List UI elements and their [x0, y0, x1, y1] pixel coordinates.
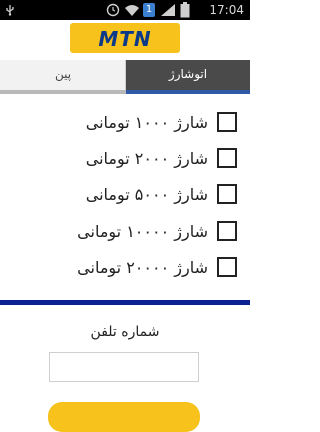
charge-1000-checkbox[interactable] — [217, 112, 237, 132]
phone-number-input[interactable] — [49, 352, 199, 382]
notification-badge: 1 — [143, 3, 155, 17]
charge-option-label: شارژ ۲۰۰۰۰ تومانی — [77, 258, 208, 277]
status-bar: 1 17:04 — [0, 0, 250, 20]
charge-20000-checkbox[interactable] — [217, 257, 237, 277]
charge-2000-checkbox[interactable] — [217, 148, 237, 168]
charge-option-label: شارژ ۱۰۰۰۰ تومانی — [77, 222, 208, 241]
signal-icon — [161, 4, 175, 16]
logo-text: MTN — [98, 27, 152, 51]
app-header: MTN — [0, 20, 250, 60]
list-item[interactable]: شارژ ۱۰۰۰۰ تومانی — [0, 217, 250, 251]
usb-icon — [6, 5, 14, 16]
battery-icon — [180, 2, 190, 18]
phone-number-label: شماره تلفن — [90, 324, 160, 340]
charge-option-label: شارژ ۲۰۰۰ تومانی — [85, 149, 208, 168]
tab-bar: پین اتوشارژ — [0, 60, 250, 94]
section-divider — [0, 300, 250, 305]
charge-10000-checkbox[interactable] — [217, 221, 237, 241]
charge-5000-checkbox[interactable] — [217, 184, 237, 204]
wifi-icon — [125, 5, 139, 16]
clock-icon — [106, 3, 120, 17]
charge-option-label: شارژ ۱۰۰۰ تومانی — [85, 113, 208, 132]
tab-pin[interactable]: پین — [0, 60, 126, 94]
mtn-logo: MTN — [70, 23, 180, 53]
charge-option-label: شارژ ۵۰۰۰ تومانی — [85, 185, 208, 204]
list-item[interactable]: شارژ ۱۰۰۰ تومانی — [0, 108, 250, 142]
tab-autocharge[interactable]: اتوشارژ — [126, 60, 250, 94]
submit-button[interactable] — [48, 402, 200, 432]
list-item[interactable]: شارژ ۲۰۰۰ تومانی — [0, 144, 250, 178]
list-item[interactable]: شارژ ۲۰۰۰۰ تومانی — [0, 253, 250, 287]
list-item[interactable]: شارژ ۵۰۰۰ تومانی — [0, 180, 250, 214]
clock-time: 17:04 — [209, 3, 244, 17]
